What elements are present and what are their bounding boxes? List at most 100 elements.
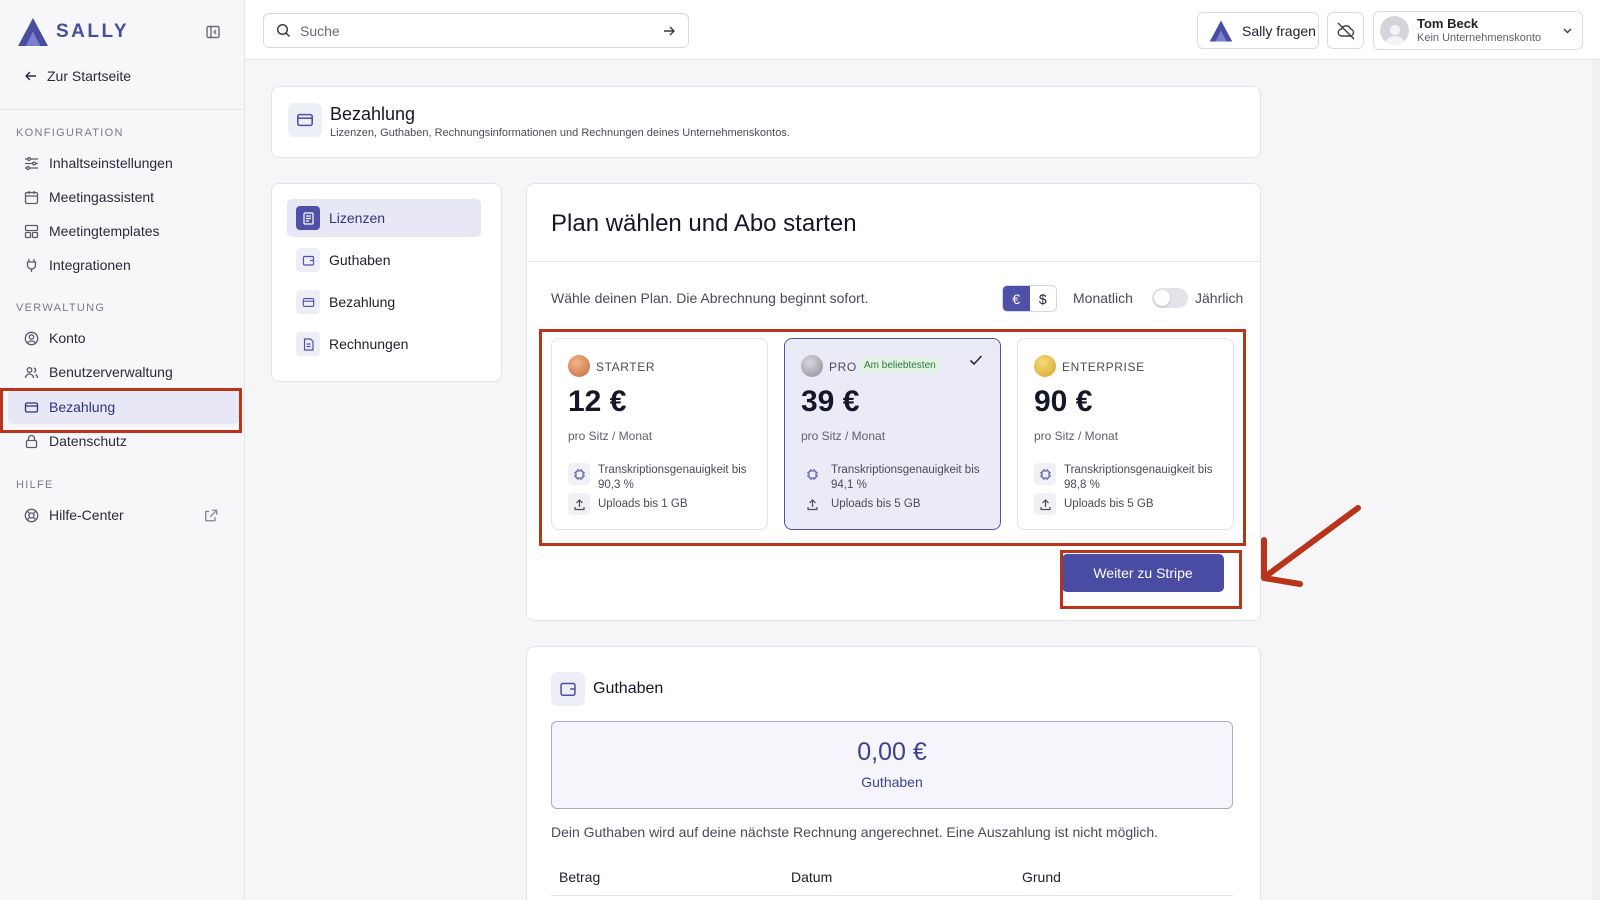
sliders-icon bbox=[25, 156, 38, 170]
arrow-left-icon bbox=[25, 71, 36, 81]
feature-text: Transkriptionsgenauigkeit bis 98,8 % bbox=[1064, 464, 1213, 491]
sally-logo-icon bbox=[18, 18, 48, 46]
credit-card-icon bbox=[302, 297, 314, 307]
sidebar-item-label: Benutzerverwaltung bbox=[49, 364, 173, 380]
sidebar-item-meeting-templates[interactable]: Meetingtemplates bbox=[8, 214, 239, 248]
sidebar-item-meeting-assistant[interactable]: Meetingassistent bbox=[8, 180, 239, 214]
wallet-icon bbox=[302, 255, 314, 266]
tier-feature-accuracy: Transkriptionsgenauigkeit bis 98,8 % bbox=[1034, 463, 1219, 493]
search-input[interactable] bbox=[300, 22, 653, 39]
plan-tier-starter[interactable]: STARTER 12 € pro Sitz / Monat Transkript… bbox=[551, 338, 768, 530]
section-admin: VERWALTUNG bbox=[16, 302, 106, 314]
invoice-icon-box bbox=[296, 332, 320, 356]
user-name: Tom Beck bbox=[1417, 15, 1479, 31]
tier-name: PRO bbox=[829, 360, 857, 374]
brand[interactable]: SALLY bbox=[16, 16, 129, 48]
tier-price: 12 € bbox=[568, 385, 627, 418]
user-account-type: Kein Unternehmenskonto bbox=[1417, 31, 1542, 44]
tier-feature-accuracy: Transkriptionsgenauigkeit bis 94,1 % bbox=[801, 463, 986, 493]
collapse-sidebar-icon[interactable] bbox=[205, 24, 221, 40]
topbar: Sally fragen Tom Beck Kein Unternehmensk… bbox=[245, 0, 1600, 60]
document-icon-box bbox=[296, 206, 320, 230]
feature-text: Uploads bis 5 GB bbox=[1064, 498, 1154, 510]
plug-icon bbox=[26, 258, 37, 272]
credit-card-icon bbox=[297, 113, 313, 127]
subnav-item-invoices[interactable]: Rechnungen bbox=[287, 325, 481, 363]
sidebar-item-help-center[interactable]: Hilfe-Center bbox=[8, 498, 239, 532]
plan-hint: Wähle deinen Plan. Die Abrechnung beginn… bbox=[551, 290, 869, 306]
page-header-card: Bezahlung Lizenzen, Guthaben, Rechnungsi… bbox=[271, 86, 1261, 158]
billing-period-switch[interactable] bbox=[1152, 288, 1188, 308]
users-icon bbox=[24, 366, 39, 378]
sidebar-item-label: Meetingassistent bbox=[49, 189, 155, 205]
tier-feature-accuracy: Transkriptionsgenauigkeit bis 90,3 % bbox=[568, 463, 753, 493]
cloud-off-icon bbox=[1337, 22, 1354, 39]
privacy-toggle-button[interactable] bbox=[1327, 12, 1364, 49]
scrollbar[interactable] bbox=[1592, 60, 1600, 900]
table-header-date: Datum bbox=[791, 869, 833, 885]
enterprise-badge-icon bbox=[1034, 355, 1056, 377]
currency-eur-option[interactable]: € bbox=[1003, 286, 1030, 311]
back-label: Zur Startseite bbox=[47, 68, 132, 84]
currency-usd-option[interactable]: $ bbox=[1030, 286, 1057, 311]
feature-text: Transkriptionsgenauigkeit bis 90,3 % bbox=[598, 464, 747, 491]
tier-feature-uploads: Uploads bis 5 GB bbox=[801, 493, 921, 515]
sidebar-item-privacy[interactable]: Datenschutz bbox=[8, 424, 239, 458]
ask-sally-button[interactable]: Sally fragen bbox=[1197, 12, 1319, 49]
subnav-item-credit[interactable]: Guthaben bbox=[287, 241, 481, 279]
user-avatar-icon bbox=[1384, 25, 1405, 45]
tier-price-unit: pro Sitz / Monat bbox=[801, 429, 886, 443]
upload-icon bbox=[1034, 493, 1056, 515]
sidebar: SALLY Zur Startseite KONFIGURATION Inhal… bbox=[0, 0, 245, 900]
sidebar-item-integrations[interactable]: Integrationen bbox=[8, 248, 239, 282]
user-menu-button[interactable]: Tom Beck Kein Unternehmenskonto bbox=[1373, 11, 1583, 50]
billing-monthly-label: Monatlich bbox=[1073, 290, 1133, 306]
section-config: KONFIGURATION bbox=[16, 127, 124, 139]
sidebar-item-content-settings[interactable]: Inhaltseinstellungen bbox=[8, 146, 239, 180]
brand-name: SALLY bbox=[56, 21, 130, 42]
credit-title: Guthaben bbox=[593, 680, 664, 697]
sidebar-item-billing[interactable]: Bezahlung bbox=[8, 390, 239, 424]
sidebar-item-label: Inhaltseinstellungen bbox=[49, 155, 173, 171]
arrow-right-icon[interactable] bbox=[662, 24, 676, 38]
search-bar[interactable] bbox=[263, 13, 689, 48]
external-link-icon bbox=[205, 509, 218, 522]
upload-icon bbox=[568, 493, 590, 515]
wallet-icon-box bbox=[551, 672, 585, 706]
credit-note: Dein Guthaben wird auf deine nächste Rec… bbox=[551, 824, 1159, 840]
feature-text: Transkriptionsgenauigkeit bis 94,1 % bbox=[831, 464, 980, 491]
billing-yearly-label: Jährlich bbox=[1195, 290, 1244, 306]
ask-sally-label: Sally fragen bbox=[1242, 22, 1316, 39]
document-icon bbox=[302, 211, 314, 225]
table-divider bbox=[551, 895, 1233, 896]
subnav-label: Guthaben bbox=[329, 252, 391, 268]
sidebar-item-user-management[interactable]: Benutzerverwaltung bbox=[8, 355, 239, 389]
lock-icon bbox=[25, 434, 38, 448]
plan-card: Plan wählen und Abo starten Wähle deinen… bbox=[526, 183, 1261, 621]
wallet-icon-box bbox=[296, 248, 320, 272]
plan-tier-enterprise[interactable]: ENTERPRISE 90 € pro Sitz / Monat Transkr… bbox=[1017, 338, 1234, 530]
sidebar-item-account[interactable]: Konto bbox=[8, 321, 239, 355]
plan-title: Plan wählen und Abo starten bbox=[551, 210, 857, 237]
subnav-label: Bezahlung bbox=[329, 294, 396, 310]
subnav-item-licenses[interactable]: Lizenzen bbox=[287, 199, 481, 237]
sidebar-item-label: Meetingtemplates bbox=[49, 223, 160, 239]
continue-to-stripe-button[interactable]: Weiter zu Stripe bbox=[1062, 554, 1224, 592]
invoice-icon bbox=[303, 337, 314, 351]
sidebar-divider bbox=[0, 109, 245, 110]
plan-divider bbox=[527, 261, 1260, 262]
tier-feature-uploads: Uploads bis 5 GB bbox=[1034, 493, 1154, 515]
subnav-item-billing[interactable]: Bezahlung bbox=[287, 283, 481, 321]
pro-badge-icon bbox=[801, 355, 823, 377]
back-to-home-link[interactable]: Zur Startseite bbox=[24, 68, 131, 84]
billing-subnav: Lizenzen Guthaben Bezahlung Rechnungen bbox=[271, 183, 502, 382]
calendar-icon bbox=[24, 190, 39, 204]
plan-tier-pro[interactable]: PRO Am beliebtesten 39 € pro Sitz / Mona… bbox=[784, 338, 1001, 530]
sally-logo-icon bbox=[1209, 20, 1233, 41]
annotation-arrow-icon bbox=[1261, 505, 1361, 587]
sidebar-item-label: Hilfe-Center bbox=[49, 507, 124, 523]
tier-price: 90 € bbox=[1034, 385, 1093, 418]
credit-card-icon-box bbox=[296, 290, 320, 314]
tier-name: ENTERPRISE bbox=[1062, 360, 1145, 374]
section-help: HILFE bbox=[16, 479, 54, 491]
